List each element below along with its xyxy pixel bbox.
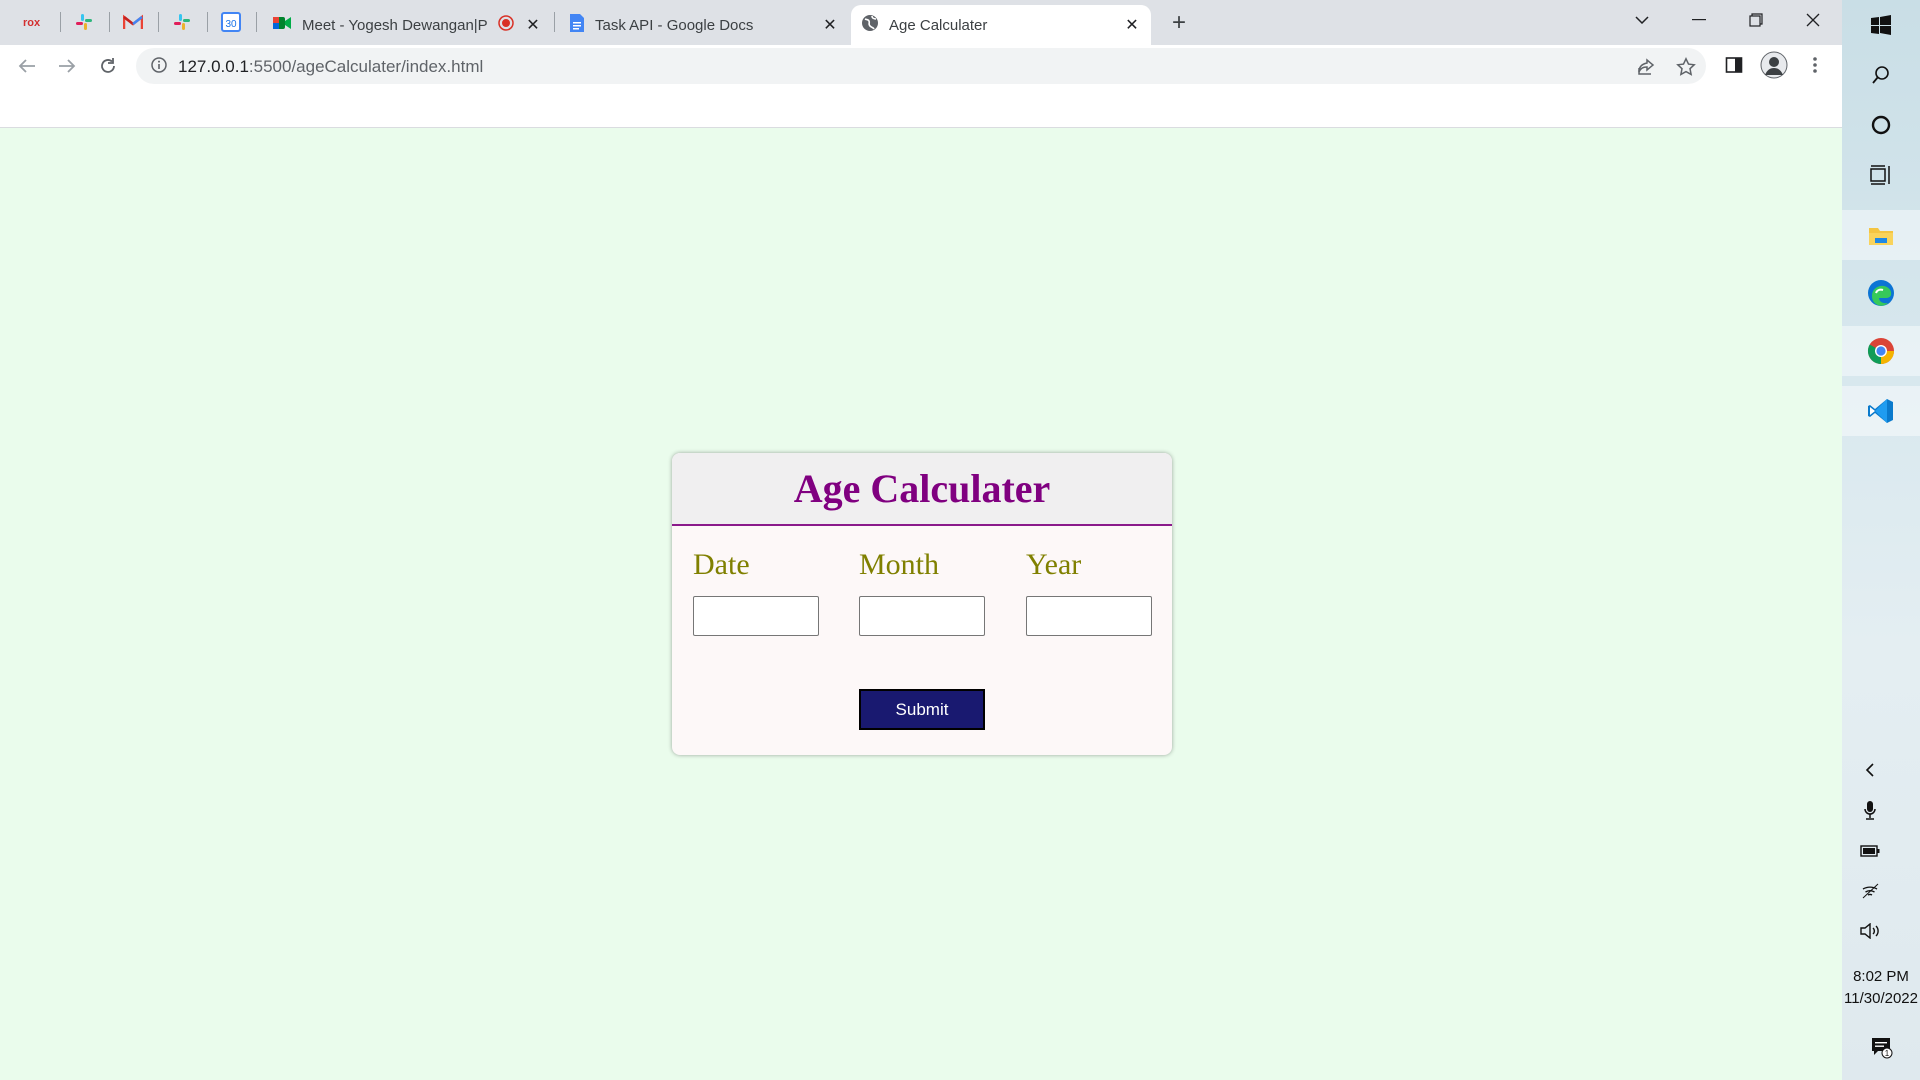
url-text[interactable]: 127.0.0.1:5500/ageCalculater/index.html (178, 57, 483, 77)
year-label: Year (1026, 548, 1082, 581)
vscode-icon[interactable] (1842, 386, 1920, 436)
recording-icon (498, 15, 514, 35)
task-view-icon[interactable] (1842, 150, 1920, 200)
gmail-icon[interactable] (119, 8, 147, 36)
back-button[interactable] (12, 51, 42, 81)
chrome-icon[interactable] (1842, 326, 1920, 376)
volume-icon[interactable] (1842, 913, 1898, 949)
slack-icon[interactable] (70, 8, 98, 36)
tab-strip: rox 30 Meet - Yogesh Dewangan|Pla ✕ Task… (0, 0, 1842, 45)
tab-title: Meet - Yogesh Dewangan|Pla (302, 16, 488, 34)
side-panel-icon[interactable] (1719, 50, 1749, 80)
google-meet-icon (272, 15, 292, 35)
clock-time: 8:02 PM (1853, 968, 1909, 985)
windows-taskbar: 8:02 PM 11/30/2022 1 (1842, 0, 1920, 1080)
svg-text:30: 30 (225, 19, 237, 30)
url-path: :5500/ageCalculater/index.html (248, 57, 484, 76)
windows-start-icon[interactable] (1842, 0, 1920, 50)
tab-meet[interactable]: Meet - Yogesh Dewangan|Pla ✕ (262, 5, 552, 45)
date-field: Date (693, 548, 819, 636)
tab-title: Task API - Google Docs (595, 16, 754, 34)
page-title: Age Calculater (793, 466, 1051, 511)
chevron-left-icon[interactable] (1842, 752, 1898, 788)
google-docs-icon (569, 13, 585, 37)
url-host: 127.0.0.1 (178, 57, 249, 76)
close-icon[interactable]: ✕ (524, 15, 542, 35)
date-label: Date (693, 548, 750, 581)
forward-button[interactable] (52, 51, 82, 81)
tab-age-calculater[interactable]: Age Calculater ✕ (851, 5, 1151, 45)
close-window-button[interactable] (1798, 6, 1828, 34)
month-label: Month (859, 548, 940, 581)
rox-icon[interactable]: rox (20, 8, 48, 36)
more-menu-icon[interactable] (1800, 50, 1830, 80)
svg-text:rox: rox (23, 17, 41, 29)
restore-button[interactable] (1741, 6, 1771, 34)
year-input[interactable] (1026, 596, 1152, 636)
close-icon[interactable]: ✕ (821, 15, 839, 35)
clock-date: 11/30/2022 (1844, 990, 1918, 1007)
notification-center-icon[interactable]: 1 (1842, 1022, 1920, 1072)
microphone-icon[interactable] (1842, 792, 1898, 828)
new-tab-button[interactable]: + (1165, 9, 1193, 37)
address-bar[interactable]: 127.0.0.1:5500/ageCalculater/index.html (136, 48, 1706, 84)
month-field: Month (859, 548, 985, 636)
year-field: Year (1026, 548, 1152, 636)
browser-window: rox 30 Meet - Yogesh Dewangan|Pla ✕ Task… (0, 0, 1842, 1080)
system-clock[interactable]: 8:02 PM 11/30/2022 (1842, 966, 1920, 1010)
minimize-button[interactable] (1684, 6, 1714, 34)
battery-icon[interactable] (1842, 833, 1898, 869)
profile-avatar[interactable] (1759, 50, 1789, 80)
tab-task-api[interactable]: Task API - Google Docs ✕ (559, 5, 849, 45)
tab-search-chevron-icon[interactable] (1627, 6, 1657, 34)
page-content: Age Calculater Date Month Year Submit (0, 128, 1842, 1080)
search-icon[interactable] (1842, 50, 1920, 100)
network-icon[interactable] (1842, 873, 1898, 909)
card-header: Age Calculater (672, 453, 1172, 526)
slack-icon[interactable] (168, 8, 196, 36)
file-explorer-icon[interactable] (1842, 210, 1920, 260)
browser-toolbar: 127.0.0.1:5500/ageCalculater/index.html (0, 45, 1842, 86)
google-calendar-icon[interactable]: 30 (217, 8, 245, 36)
reload-button[interactable] (93, 51, 123, 81)
close-icon[interactable]: ✕ (1123, 15, 1141, 35)
site-info-icon[interactable] (150, 56, 168, 74)
tab-title: Age Calculater (889, 16, 988, 34)
svg-text:1: 1 (1885, 1049, 1890, 1058)
cortana-icon[interactable] (1842, 100, 1920, 150)
bookmark-star-icon[interactable] (1673, 54, 1699, 80)
edge-icon[interactable] (1842, 268, 1920, 318)
globe-icon (861, 14, 879, 36)
share-icon[interactable] (1633, 54, 1659, 80)
date-input[interactable] (693, 596, 819, 636)
bookmark-bar (0, 86, 1842, 128)
month-input[interactable] (859, 596, 985, 636)
submit-button[interactable]: Submit (859, 689, 985, 730)
age-calculator-card: Age Calculater Date Month Year Submit (672, 453, 1172, 755)
